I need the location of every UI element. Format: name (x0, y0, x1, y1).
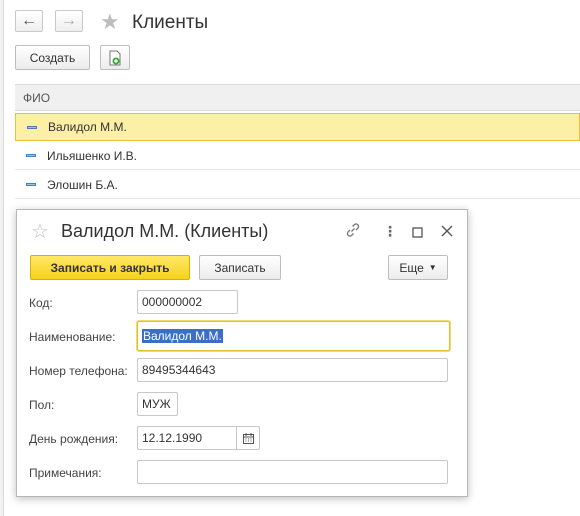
create-copy-button[interactable] (100, 45, 130, 70)
page-title: Клиенты (132, 12, 209, 33)
maximize-icon[interactable] (412, 225, 423, 242)
create-button[interactable]: Создать (15, 45, 90, 70)
dropdown-arrow-icon: ▼ (428, 263, 437, 272)
gender-field[interactable]: МУЖ (137, 392, 178, 416)
code-label: Код: (29, 296, 53, 310)
dialog-title: Валидол М.М. (Клиенты) (61, 221, 269, 241)
phone-field[interactable]: 89495344643 (137, 358, 448, 382)
document-add-icon (109, 50, 121, 65)
more-actions-label: Еще (399, 260, 424, 275)
notes-field[interactable] (137, 460, 448, 484)
name-field-value: Валидол М.М. (142, 329, 223, 343)
gender-label: Пол: (29, 398, 55, 412)
row-marker-icon (26, 154, 36, 157)
save-button[interactable]: Записать (199, 255, 281, 280)
save-and-close-button[interactable]: Записать и закрыть (30, 255, 190, 280)
client-form-dialog: ☆ Валидол М.М. (Клиенты) ⋮ Записать и за… (16, 209, 468, 497)
name-field[interactable]: Валидол М.М. (137, 321, 450, 351)
back-button[interactable]: ← (15, 10, 43, 32)
favorite-star-icon[interactable]: ☆ (31, 222, 49, 242)
code-field[interactable]: 000000002 (137, 290, 238, 314)
calendar-icon[interactable] (236, 427, 259, 449)
name-label: Наименование: (29, 330, 116, 344)
list-row[interactable]: Валидол М.М. (15, 113, 580, 141)
birthday-value: 12.12.1990 (142, 431, 203, 445)
birthday-field[interactable]: 12.12.1990 (137, 426, 260, 450)
arrow-right-icon: → (61, 12, 77, 29)
row-marker-icon (27, 126, 37, 129)
row-marker-icon (26, 183, 36, 186)
close-icon[interactable] (441, 224, 453, 241)
link-icon[interactable] (345, 222, 361, 242)
birthday-label: День рождения: (29, 432, 119, 446)
list-row[interactable]: Ильяшенко И.В. (15, 142, 580, 170)
list-row-label: Элошин Б.А. (47, 177, 118, 192)
arrow-left-icon: ← (21, 12, 37, 29)
column-header-fio[interactable]: ФИО (15, 84, 580, 111)
forward-button[interactable]: → (55, 10, 83, 32)
notes-label: Примечания: (29, 466, 102, 480)
more-vertical-icon[interactable]: ⋮ (383, 223, 397, 240)
left-panel-edge (0, 0, 4, 516)
more-actions-button[interactable]: Еще ▼ (388, 255, 448, 280)
column-header-label: ФИО (23, 90, 51, 105)
list-row[interactable]: Элошин Б.А. (15, 171, 580, 199)
phone-label: Номер телефона: (29, 364, 128, 378)
list-row-label: Ильяшенко И.В. (47, 148, 137, 163)
favorite-star-icon[interactable]: ★ (100, 11, 120, 33)
list-row-label: Валидол М.М. (48, 120, 127, 134)
